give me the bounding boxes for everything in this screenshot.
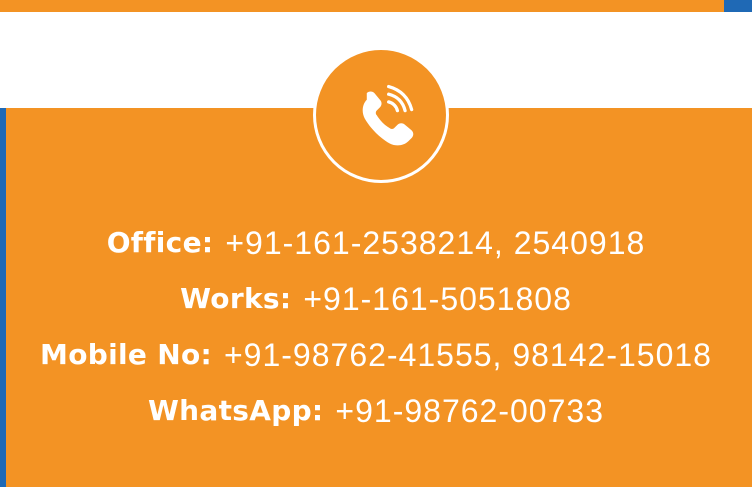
contact-office: Office: +91-161-2538214, 2540918: [0, 215, 752, 271]
contact-label: Mobile No:: [40, 338, 212, 371]
contact-label: WhatsApp:: [148, 394, 324, 427]
phone-icon: [362, 84, 414, 146]
contact-mobile: Mobile No: +91-98762-41555, 98142-15018: [0, 327, 752, 383]
top-orange-bar: [0, 0, 752, 12]
contact-whatsapp: WhatsApp: +91-98762-00733: [0, 383, 752, 439]
contact-label: Works:: [180, 282, 292, 315]
contact-banner: Office: +91-161-2538214, 2540918 Works: …: [0, 0, 752, 487]
contact-works: Works: +91-161-5051808: [0, 271, 752, 327]
office-phone-value: +91-161-2538214, 2540918: [225, 225, 646, 261]
contact-list: Office: +91-161-2538214, 2540918 Works: …: [0, 215, 752, 439]
contact-label: Office:: [106, 226, 214, 259]
mobile-phone-value: +91-98762-41555, 98142-15018: [223, 337, 712, 373]
top-blue-accent: [724, 0, 752, 12]
whatsapp-phone-value: +91-98762-00733: [335, 393, 604, 429]
phone-badge: [313, 47, 449, 183]
works-phone-value: +91-161-5051808: [303, 281, 572, 317]
